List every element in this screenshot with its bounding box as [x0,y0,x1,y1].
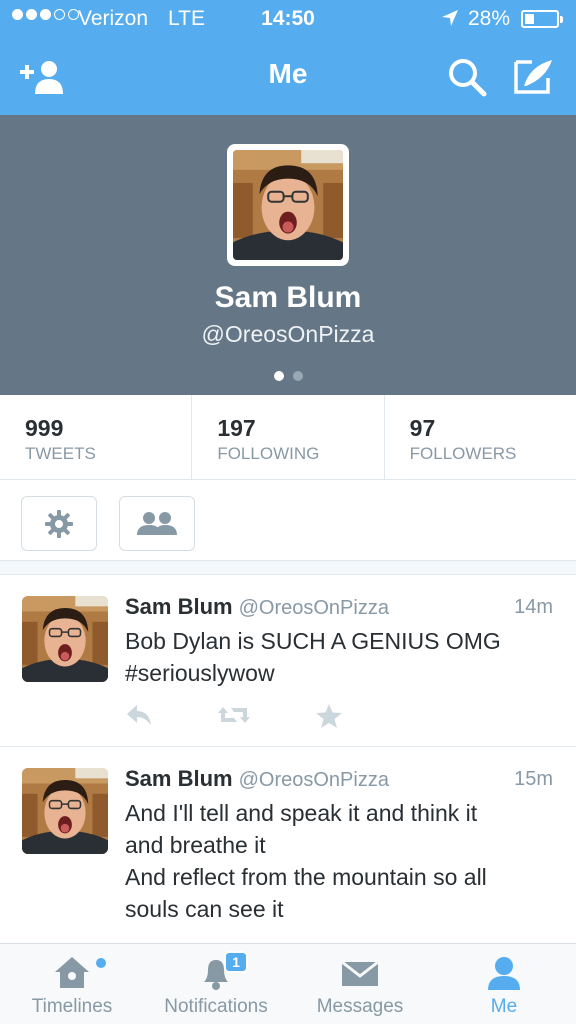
battery-icon [521,10,563,28]
stat-label: FOLLOWING [217,444,320,463]
profile-name: Sam Blum [214,281,362,314]
retweet-icon[interactable] [217,703,251,727]
stat-label: FOLLOWERS [409,444,517,463]
settings-icon [45,509,73,538]
tweet-text: And I'll tell and speak it and think it … [125,797,555,925]
page-indicator[interactable] [0,371,576,381]
tweet-avatar[interactable] [22,596,108,682]
top-bar: Verizon LTE 14:50 28% Me [0,0,576,115]
new-content-dot [96,958,106,968]
stat-value: 197 [217,415,256,441]
status-bar: Verizon LTE 14:50 28% [0,0,576,38]
tab-label: Me [490,996,518,1017]
tweet-header: Sam Blum @OreosOnPizza 15m [125,766,553,792]
home-icon [55,957,89,988]
reply-icon[interactable] [125,703,153,727]
stat-following[interactable]: 197 FOLLOWING [192,395,385,479]
settings-button[interactable] [21,496,97,551]
tweet[interactable]: Sam Blum @OreosOnPizza 14m Bob Dylan is S… [0,576,576,747]
stat-followers[interactable]: 97 FOLLOWERS [385,395,576,479]
person-icon [488,957,520,990]
page-dot-active [273,371,284,381]
stat-label: TWEETS [25,444,96,463]
profile-header: Sam Blum @OreosOnPizza [0,115,576,395]
compose-icon[interactable] [510,56,558,98]
profile-handle: @OreosOnPizza [201,321,375,347]
tweet-text-line: Bob Dylan is SUCH A GENIUS OMG [125,628,501,654]
favorite-star-icon[interactable] [315,703,343,729]
people-icon [137,511,177,535]
tweet-text: Bob Dylan is SUCH A GENIUS OMG #seriousl… [125,625,555,689]
tweet-author-handle[interactable]: @OreosOnPizza [239,597,389,619]
tweet-text-line: and breathe it [125,832,266,858]
tweet-timestamp: 15m [514,768,553,790]
page-dot [292,371,303,381]
section-divider [0,561,576,575]
tweet-author-handle[interactable]: @OreosOnPizza [239,769,389,791]
envelope-icon [341,960,379,986]
tab-bar: Timelines 1 Notifications Messages Me [0,943,576,1024]
tweet-author-name[interactable]: Sam Blum [125,594,233,619]
tweet-header: Sam Blum @OreosOnPizza 14m [125,594,553,620]
tab-messages[interactable]: Messages [288,944,432,1024]
avatar-image [22,768,108,854]
profile-actions [0,481,576,561]
tweet[interactable]: Sam Blum @OreosOnPizza 15m And I'll tell … [0,748,576,944]
lists-button[interactable] [119,496,195,551]
search-icon[interactable] [444,56,492,98]
tab-label: Notifications [164,996,268,1017]
tab-label: Messages [316,996,404,1017]
tweet-text-line: And I'll tell and speak it and think it [125,800,478,826]
avatar-image [22,596,108,682]
tweet-timestamp: 14m [514,596,553,618]
avatar-image [233,150,343,260]
navigation-bar: Me [0,38,576,115]
stat-tweets[interactable]: 999 TWEETS [0,395,193,479]
tweet-text-line: souls can see it [125,896,284,922]
tab-notifications[interactable]: 1 Notifications [144,944,288,1024]
notification-badge: 1 [224,951,248,973]
location-arrow-icon [442,10,458,26]
tweet-avatar[interactable] [22,768,108,854]
tweet-text-line: And reflect from the mountain so all [125,864,487,890]
tweet-hashtag[interactable]: #seriouslywow [125,657,555,689]
battery-percent: 28% [468,7,511,30]
tab-me[interactable]: Me [432,944,576,1024]
profile-stats: 999 TWEETS 197 FOLLOWING 97 FOLLOWERS [0,395,576,480]
tab-timelines[interactable]: Timelines [0,944,144,1024]
profile-avatar[interactable] [227,144,349,266]
tab-label: Timelines [31,996,113,1017]
stat-value: 999 [25,415,64,441]
tweet-author-name[interactable]: Sam Blum [125,766,233,791]
stat-value: 97 [409,415,436,441]
